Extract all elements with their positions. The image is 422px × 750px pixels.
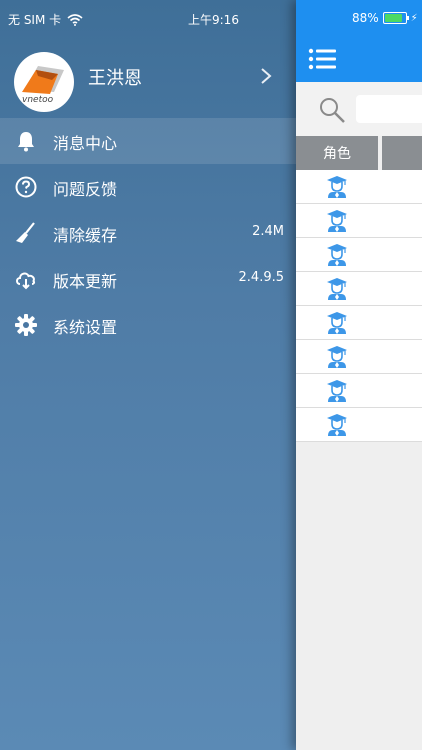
svg-text:vnetoo: vnetoo	[22, 95, 54, 105]
menu-item-messages[interactable]: 消息中心	[0, 118, 296, 164]
cache-size-value: 2.4M	[252, 224, 284, 239]
table-header: 角色	[296, 136, 422, 170]
battery-status: 88% ⚡	[352, 11, 418, 25]
chevron-right-icon[interactable]	[256, 66, 276, 86]
side-drawer: 无 SIM 卡 上午9:16 vnetoo 王洪恩 消息中心 问题反馈 清除缓存…	[0, 0, 296, 750]
table-row[interactable]	[296, 374, 422, 408]
table-row[interactable]	[296, 272, 422, 306]
graduate-user-icon	[326, 277, 348, 301]
graduate-user-icon	[326, 209, 348, 233]
search-input[interactable]	[356, 95, 422, 123]
carrier-label: 无 SIM 卡	[8, 13, 62, 27]
version-value: 2.4.9.5	[238, 270, 284, 285]
main-header: 88% ⚡	[296, 0, 422, 82]
gear-icon	[15, 314, 37, 336]
vnetoo-logo: vnetoo	[22, 66, 64, 105]
menu-item-label: 清除缓存	[53, 226, 118, 245]
question-circle-icon	[15, 176, 37, 198]
graduate-user-icon	[326, 243, 348, 267]
menu-list-icon[interactable]	[308, 48, 338, 70]
graduate-user-icon	[326, 175, 348, 199]
cloud-refresh-icon	[16, 272, 36, 290]
graduate-user-icon	[326, 379, 348, 403]
menu-item-settings[interactable]: 系统设置	[0, 302, 296, 348]
table-row[interactable]	[296, 238, 422, 272]
wifi-icon	[67, 13, 83, 26]
user-name: 王洪恩	[88, 68, 142, 89]
menu-item-clear-cache[interactable]: 清除缓存 2.4M	[0, 210, 296, 256]
table-row[interactable]	[296, 170, 422, 204]
menu-item-label: 问题反馈	[53, 180, 118, 199]
menu-item-feedback[interactable]: 问题反馈	[0, 164, 296, 210]
table-row[interactable]	[296, 306, 422, 340]
column-header[interactable]	[382, 136, 422, 170]
table-row[interactable]	[296, 204, 422, 238]
search-icon[interactable]	[318, 96, 346, 124]
role-table	[296, 170, 422, 442]
profile-row[interactable]: vnetoo 王洪恩	[0, 44, 296, 118]
column-header-role[interactable]: 角色	[296, 136, 378, 170]
menu-item-label: 消息中心	[53, 134, 118, 153]
bell-icon	[18, 132, 34, 152]
graduate-user-icon	[326, 345, 348, 369]
status-time: 上午9:16	[188, 13, 239, 27]
graduate-user-icon	[326, 413, 348, 437]
avatar[interactable]: vnetoo	[14, 52, 74, 112]
drawer-menu: 消息中心 问题反馈 清除缓存 2.4M 版本更新 2.4.9.5 系统设置	[0, 118, 296, 348]
table-row[interactable]	[296, 340, 422, 374]
table-row[interactable]	[296, 408, 422, 442]
search-bar	[296, 82, 422, 136]
battery-icon	[382, 12, 409, 24]
menu-item-version-update[interactable]: 版本更新 2.4.9.5	[0, 256, 296, 302]
graduate-user-icon	[326, 311, 348, 335]
menu-item-label: 系统设置	[53, 318, 118, 337]
carrier-status: 无 SIM 卡	[8, 11, 83, 28]
broom-icon	[16, 222, 35, 243]
status-bar: 无 SIM 卡 上午9:16	[0, 0, 296, 36]
main-panel[interactable]: 88% ⚡ 角色	[296, 0, 422, 750]
battery-percent: 88%	[352, 11, 379, 25]
menu-item-label: 版本更新	[53, 272, 118, 291]
charging-bolt-icon: ⚡	[410, 12, 418, 24]
